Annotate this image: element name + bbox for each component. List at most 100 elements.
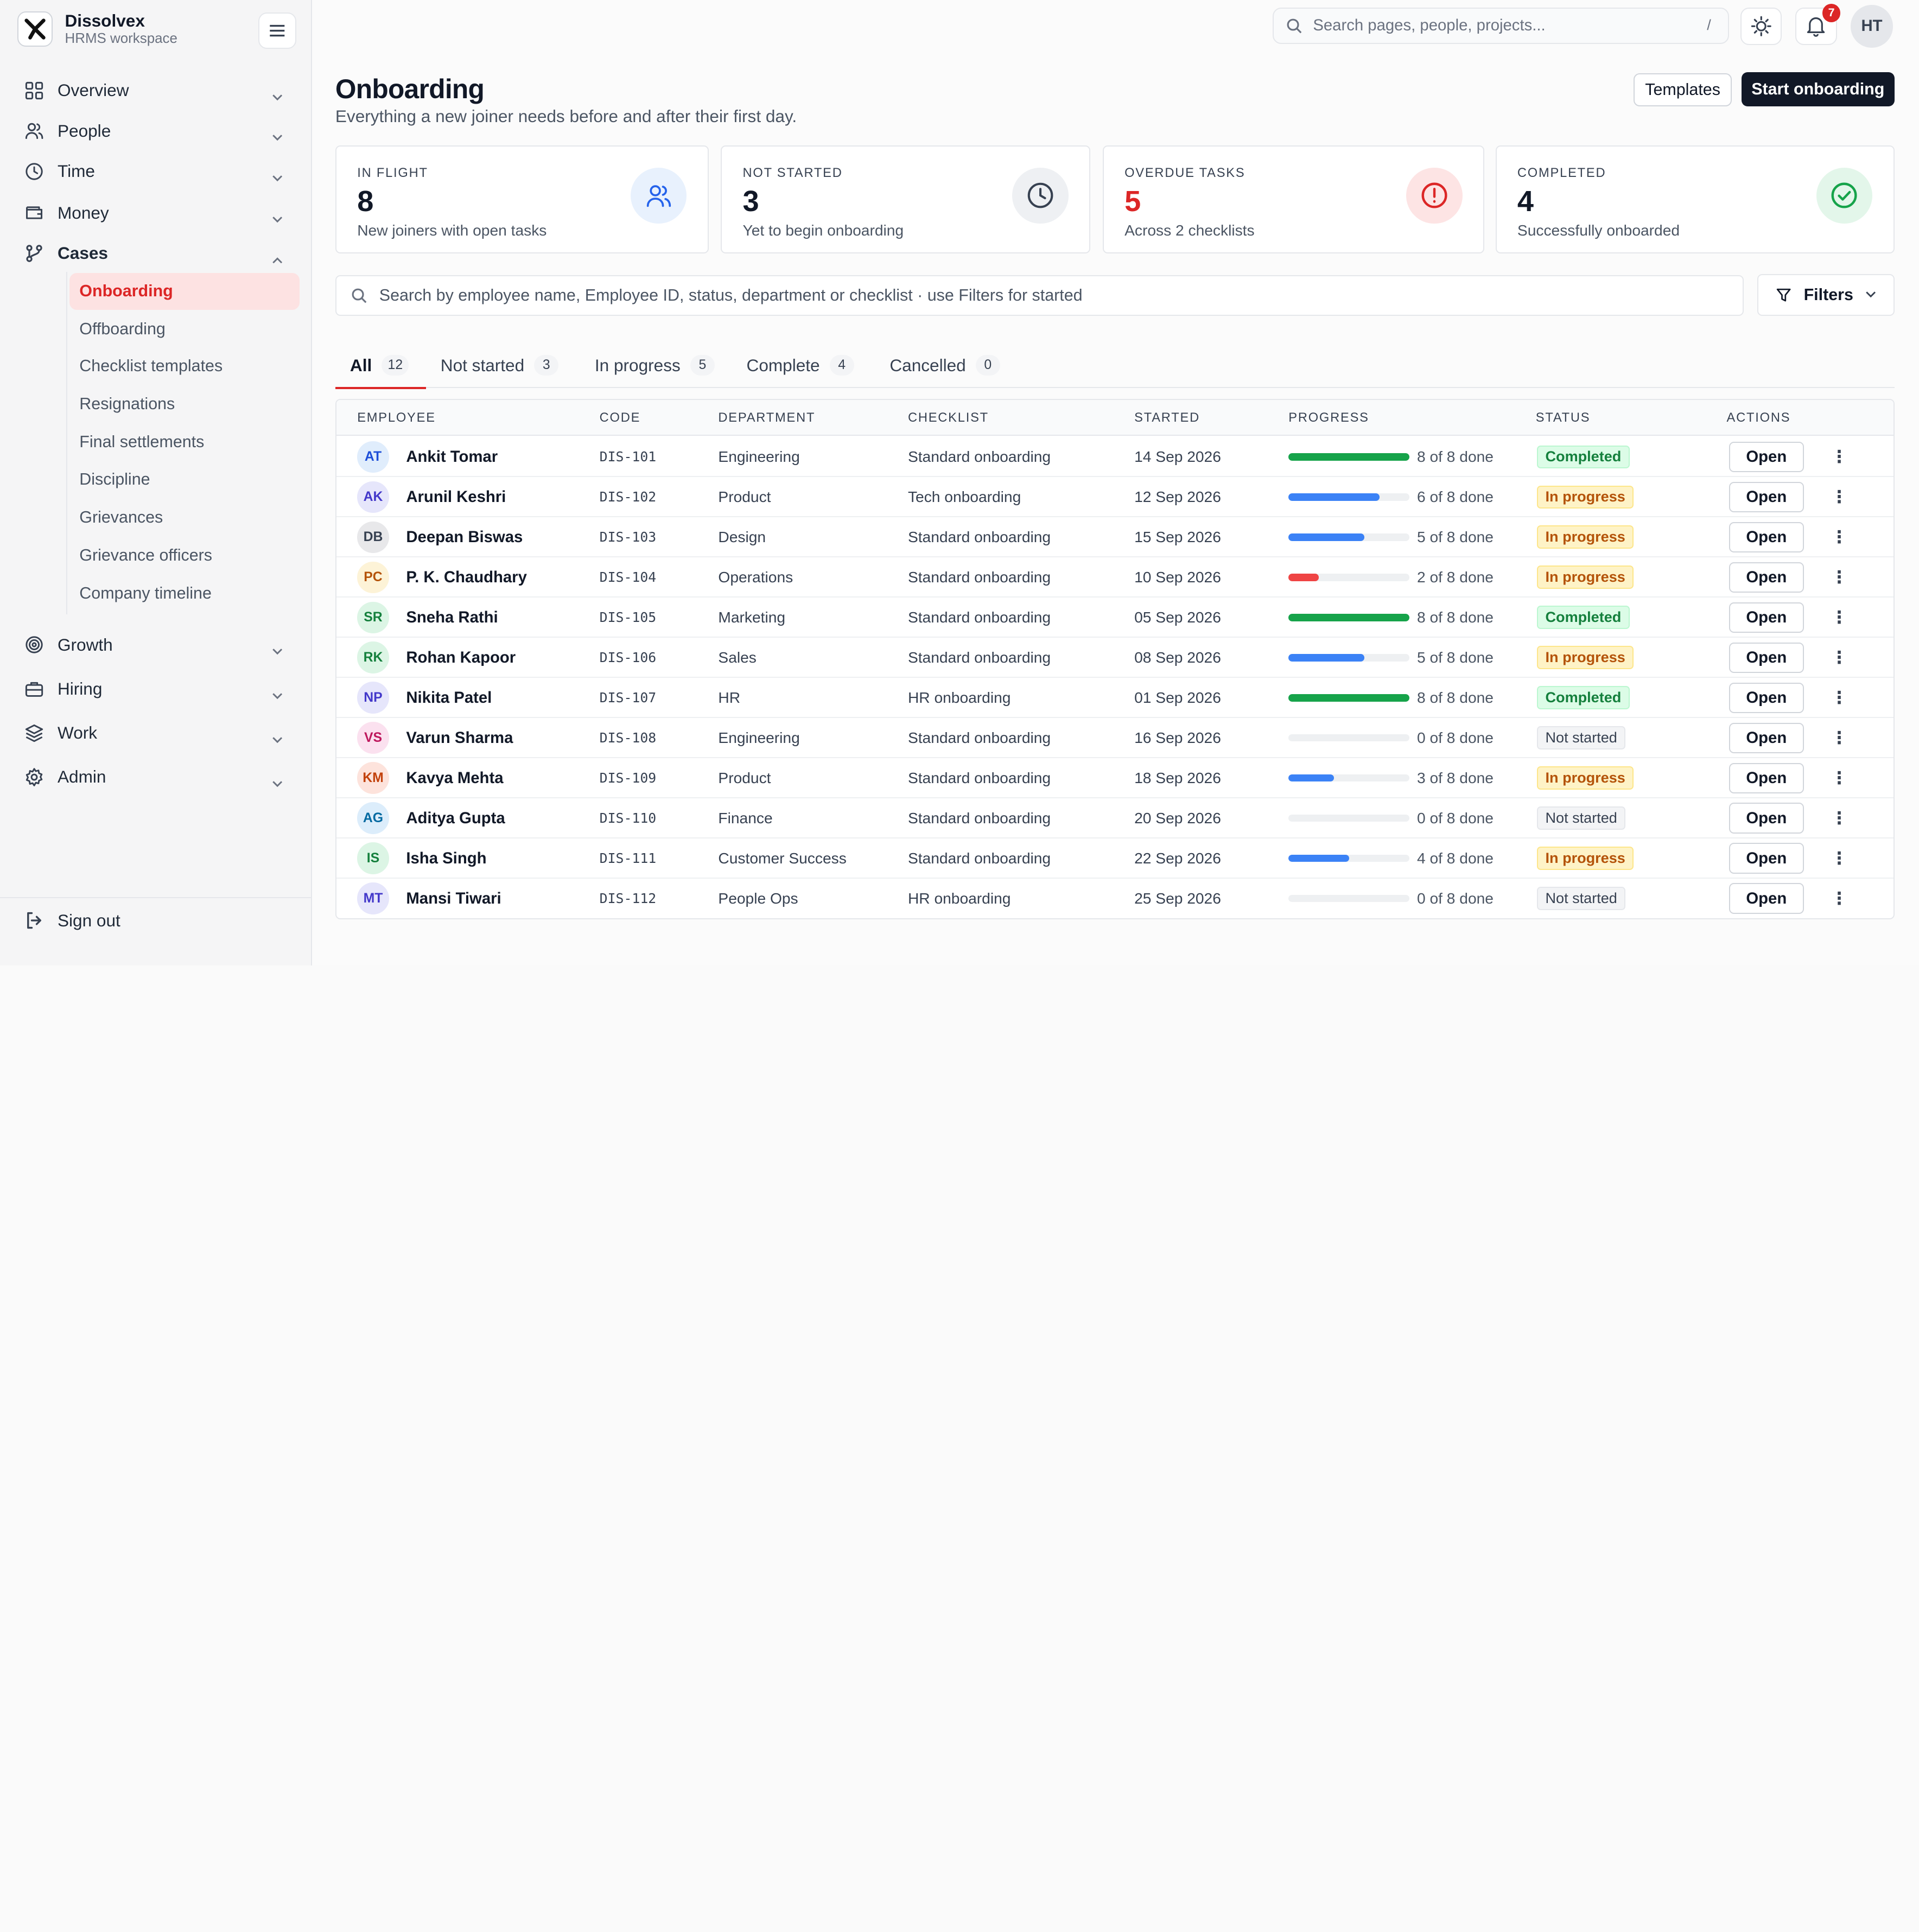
subnav-item-company-timeline[interactable]: Company timeline xyxy=(69,575,300,612)
templates-button[interactable]: Templates xyxy=(1634,73,1732,107)
avatar: AG xyxy=(357,802,389,834)
branch-icon xyxy=(24,244,44,263)
subnav-item-discipline[interactable]: Discipline xyxy=(69,461,300,498)
employee-name[interactable]: Deepan Biswas xyxy=(406,528,523,546)
search-icon xyxy=(352,288,367,303)
employee-name[interactable]: P. K. Chaudhary xyxy=(406,568,527,587)
global-search-input[interactable]: Search pages, people, projects... / xyxy=(1273,7,1730,45)
user-avatar[interactable]: HT xyxy=(1850,5,1893,48)
more-actions-icon[interactable]: ⋮ xyxy=(1831,728,1848,748)
open-button[interactable]: Open xyxy=(1729,883,1804,914)
subnav-item-resignations[interactable]: Resignations xyxy=(69,385,300,422)
table-row[interactable]: VS Varun Sharma DIS-108 Engineering Standard… xyxy=(336,718,1893,758)
table-row[interactable]: KM Kavya Mehta DIS-109 Product Standard onbo… xyxy=(336,758,1893,798)
sidebar-item-time[interactable]: Time xyxy=(24,157,288,186)
column-header-actions: ACTIONS xyxy=(1726,411,1791,425)
table-row[interactable]: AG Aditya Gupta DIS-110 Finance Standard onb… xyxy=(336,798,1893,838)
employee-name[interactable]: Varun Sharma xyxy=(406,729,513,747)
table-row[interactable]: SR Sneha Rathi DIS-105 Marketing Standard on… xyxy=(336,598,1893,638)
open-button[interactable]: Open xyxy=(1729,682,1804,713)
table-row[interactable]: DB Deepan Biswas DIS-103 Design Standard onb… xyxy=(336,517,1893,558)
more-actions-icon[interactable]: ⋮ xyxy=(1831,447,1848,467)
sidebar-toggle-button[interactable] xyxy=(258,12,296,49)
open-button[interactable]: Open xyxy=(1729,722,1804,753)
tab-in-progress[interactable]: In progress 5 xyxy=(595,342,715,387)
sidebar-item-admin[interactable]: Admin xyxy=(24,762,288,792)
table-row[interactable]: IS Isha Singh DIS-111 Customer Success Stand… xyxy=(336,838,1893,879)
subnav-item-checklist-templates[interactable]: Checklist templates xyxy=(69,347,300,384)
subnav-item-grievance-officers[interactable]: Grievance officers xyxy=(69,537,300,574)
sign-out-button[interactable]: Sign out xyxy=(24,911,120,931)
more-actions-icon[interactable]: ⋮ xyxy=(1831,487,1848,507)
employee-name[interactable]: Kavya Mehta xyxy=(406,769,503,787)
sidebar-item-hiring[interactable]: Hiring xyxy=(24,675,288,704)
employee-code: DIS-104 xyxy=(599,569,657,586)
more-actions-icon[interactable]: ⋮ xyxy=(1831,848,1848,868)
more-actions-icon[interactable]: ⋮ xyxy=(1831,567,1848,587)
subnav-item-onboarding[interactable]: Onboarding xyxy=(69,272,300,310)
open-button[interactable]: Open xyxy=(1729,762,1804,793)
employee-name[interactable]: Isha Singh xyxy=(406,849,486,868)
table-row[interactable]: PC P. K. Chaudhary DIS-104 Operations Standa… xyxy=(336,557,1893,598)
employee-name[interactable]: Mansi Tiwari xyxy=(406,889,501,908)
open-button[interactable]: Open xyxy=(1729,803,1804,834)
tab-all[interactable]: All 12 xyxy=(335,342,427,390)
sidebar-item-overview[interactable]: Overview xyxy=(24,76,288,105)
subnav-item-offboarding[interactable]: Offboarding xyxy=(69,311,300,348)
employee-search-input[interactable]: Search by employee name, Employee ID, st… xyxy=(335,275,1744,316)
progress-bar xyxy=(1288,574,1410,581)
chevron-up-icon xyxy=(272,246,283,269)
open-button[interactable]: Open xyxy=(1729,562,1804,593)
open-button[interactable]: Open xyxy=(1729,642,1804,673)
subnav-item-grievances[interactable]: Grievances xyxy=(69,499,300,536)
employee-name[interactable]: Nikita Patel xyxy=(406,689,492,707)
status-badge: In progress xyxy=(1537,485,1634,509)
open-button[interactable]: Open xyxy=(1729,843,1804,874)
sidebar-item-label: People xyxy=(57,120,111,141)
more-actions-icon[interactable]: ⋮ xyxy=(1831,688,1848,708)
bell-icon xyxy=(1807,17,1825,37)
department: People Ops xyxy=(718,889,798,907)
progress-text: 6 of 8 done xyxy=(1416,488,1494,506)
employee-name[interactable]: Aditya Gupta xyxy=(406,809,505,828)
table-row[interactable]: RK Rohan Kapoor DIS-106 Sales Standard onboa… xyxy=(336,638,1893,678)
sidebar-item-work[interactable]: Work xyxy=(24,719,288,748)
sidebar-item-cases[interactable]: Cases xyxy=(24,239,288,268)
employee-name[interactable]: Sneha Rathi xyxy=(406,608,498,627)
chevron-down-icon xyxy=(272,83,283,106)
theme-toggle-button[interactable] xyxy=(1740,7,1782,46)
sidebar-item-money[interactable]: Money xyxy=(24,198,288,227)
more-actions-icon[interactable]: ⋮ xyxy=(1831,888,1848,908)
open-button[interactable]: Open xyxy=(1729,522,1804,553)
tab-cancelled[interactable]: Cancelled 0 xyxy=(889,342,1000,387)
more-actions-icon[interactable]: ⋮ xyxy=(1831,768,1848,788)
subnav-item-final-settlements[interactable]: Final settlements xyxy=(69,423,300,460)
table-row[interactable]: NP Nikita Patel DIS-107 HR HR onboarding 01 S… xyxy=(336,678,1893,718)
stat-description: New joiners with open tasks xyxy=(357,221,547,239)
open-button[interactable]: Open xyxy=(1729,481,1804,513)
more-actions-icon[interactable]: ⋮ xyxy=(1831,607,1848,627)
progress-bar xyxy=(1288,854,1410,862)
sidebar-item-label: Hiring xyxy=(57,679,103,699)
employee-name[interactable]: Rohan Kapoor xyxy=(406,649,516,667)
tab-complete[interactable]: Complete 4 xyxy=(747,342,854,387)
open-button[interactable]: Open xyxy=(1729,441,1804,473)
more-actions-icon[interactable]: ⋮ xyxy=(1831,647,1848,668)
employee-name[interactable]: Arunil Keshri xyxy=(406,488,506,506)
employee-name[interactable]: Ankit Tomar xyxy=(406,448,498,466)
more-actions-icon[interactable]: ⋮ xyxy=(1831,808,1848,828)
open-button[interactable]: Open xyxy=(1729,602,1804,633)
employee-code: DIS-108 xyxy=(599,730,657,746)
page-title: Onboarding xyxy=(335,74,485,105)
brand[interactable]: Dissolvex HRMS workspace xyxy=(17,11,177,47)
table-row[interactable]: AT Ankit Tomar DIS-101 Engineering Standard … xyxy=(336,437,1893,478)
tab-not-started[interactable]: Not started 3 xyxy=(441,342,559,387)
sidebar-item-people[interactable]: People xyxy=(24,116,288,145)
filters-button[interactable]: Filters xyxy=(1757,274,1895,316)
more-actions-icon[interactable]: ⋮ xyxy=(1831,527,1848,547)
start-onboarding-button[interactable]: Start onboarding xyxy=(1741,72,1895,107)
table-row[interactable]: MT Mansi Tiwari DIS-112 People Ops HR onboar… xyxy=(336,878,1893,918)
cases-submenu: Onboarding Offboarding Checklist templates… xyxy=(66,271,300,614)
table-row[interactable]: AK Arunil Keshri DIS-102 Product Tech onboar… xyxy=(336,477,1893,518)
sidebar-item-growth[interactable]: Growth xyxy=(24,630,288,659)
